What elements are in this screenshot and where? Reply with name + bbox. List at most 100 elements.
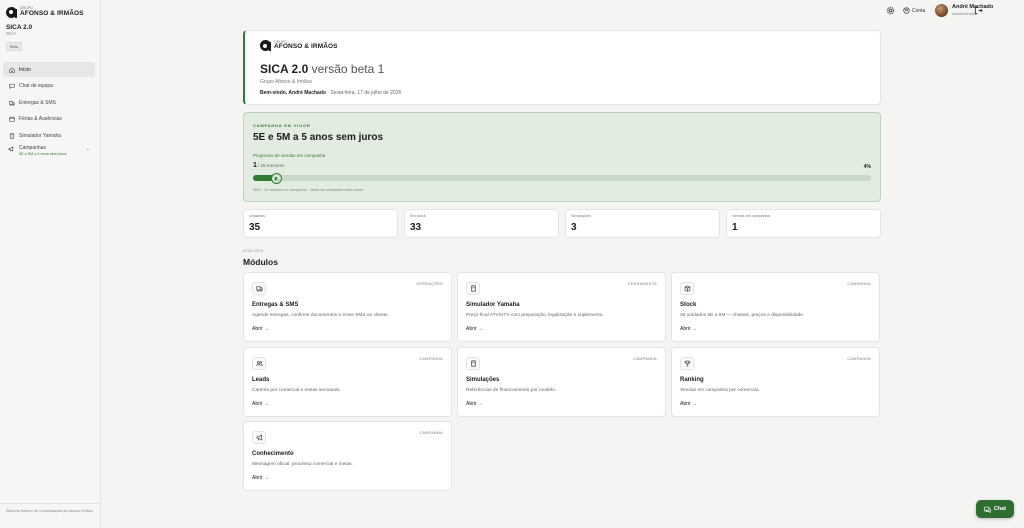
logo-big-text: AFONSO & IRMÃOS [274, 43, 338, 50]
logo-icon [6, 6, 17, 18]
sidebar-item-label: Férias & Ausências [19, 116, 62, 122]
progress-knob [271, 173, 282, 184]
sidebar-item-chat[interactable]: Chat de equipa [3, 79, 95, 94]
sidebar-item-inicio[interactable]: Início [3, 62, 95, 77]
sidebar-item-simulador[interactable]: Simulador Yamaha [3, 128, 95, 143]
sidebar-item-label: Campanhas [19, 144, 46, 151]
sidebar-item-label: Simulador Yamaha [19, 132, 62, 139]
home-icon [8, 66, 15, 73]
logo-icon [260, 40, 271, 51]
module-tag: CAMPANHA [847, 282, 871, 286]
stat-card-stock: Em stock 33 [404, 209, 559, 238]
chat-button[interactable]: Chat [976, 500, 1014, 518]
chat-icon [984, 506, 991, 513]
page-title: SICA 2.0 versão beta 1 [260, 62, 385, 76]
sidebar-item-entregas[interactable]: Entregas & SMS [3, 95, 95, 110]
sidebar-nav: Início Chat de equipa Entregas & SMS Fér… [3, 62, 95, 161]
megaphone-icon [252, 431, 266, 444]
user-role: Administrador [952, 11, 977, 16]
module-title: Ranking [680, 377, 704, 383]
module-title: Simulador Yamaha [466, 302, 520, 308]
module-open-link[interactable]: Abrir → [252, 475, 269, 481]
module-open-link[interactable]: Abrir → [680, 326, 697, 332]
stat-value: 33 [410, 222, 422, 233]
progress-count: 1 / 25 tractores [253, 162, 285, 169]
stat-label: Vendas em campanha [732, 214, 770, 218]
gear-icon[interactable] [886, 6, 895, 15]
module-tag: OPERAÇÕES [416, 282, 443, 286]
stat-card-vendas: Vendas em campanha 1 [726, 209, 881, 238]
module-card-stock[interactable]: CAMPANHA Stock 36 unidades 5E a 5M — cha… [671, 272, 880, 342]
module-title: Leads [252, 377, 270, 383]
sidebar-logo[interactable]: GRUPO AFONSO & IRMÃOS [6, 5, 84, 19]
module-tag: CAMPANHA [847, 357, 871, 361]
module-title: Conhecimento [252, 451, 294, 457]
module-open-link[interactable]: Abrir → [680, 401, 697, 407]
stat-label: Unidades [249, 214, 266, 218]
beta-badge: Beta [6, 42, 23, 51]
avatar[interactable] [935, 4, 948, 17]
sidebar-item-ferias[interactable]: Férias & Ausências [3, 112, 95, 127]
tractor-icon [274, 177, 279, 181]
module-open-link[interactable]: Abrir → [466, 326, 483, 332]
module-card-simulacoes[interactable]: CAMPANHA Simulações Referências de finan… [457, 347, 666, 417]
module-description: Carteira por comercial e metas semanais. [252, 388, 341, 393]
module-description: Vendas em campanha por comercial. [680, 388, 760, 393]
section-title: Módulos [243, 257, 278, 267]
stat-card-simulacoes: Simulações 3 [565, 209, 720, 238]
app-title: SICA 2.0 [6, 24, 33, 31]
account-label: Conta [912, 7, 926, 14]
stat-value: 35 [249, 222, 261, 233]
module-description: Agende entregas, confirme documentos e e… [252, 313, 389, 318]
topbar: Conta André Machado Administrador [101, 0, 1024, 22]
sidebar-item-label: Chat de equipa [19, 83, 53, 89]
module-open-link[interactable]: Abrir → [466, 401, 483, 407]
module-description: Referências de financiamento por modelo. [466, 388, 557, 393]
module-title: Entregas & SMS [252, 302, 299, 308]
current-date: · Sexta-feira, 17 de julho de 2026 [325, 90, 402, 96]
chat-icon [8, 83, 15, 90]
user-circle-icon [903, 7, 910, 14]
truck-icon [8, 99, 15, 106]
logout-icon[interactable] [974, 6, 983, 15]
megaphone-icon [8, 145, 15, 153]
campaign-card[interactable]: CAMPANHA EM VIGOR 5E e 5M a 5 anos sem j… [243, 112, 881, 202]
module-card-ranking[interactable]: CAMPANHA Ranking Vendas em campanha por … [671, 347, 880, 417]
progress-label: Progresso de vendas em campanha [253, 153, 326, 158]
module-card-entregas[interactable]: OPERAÇÕES Entregas & SMS Agende entregas… [243, 272, 452, 342]
calculator-icon [8, 132, 15, 139]
sidebar-item-campanhas[interactable]: Campanhas 5E e 5M a 5 anos sem juros ⌄ [3, 145, 95, 161]
version-text: versão beta 1 [308, 62, 385, 76]
module-open-link[interactable]: Abrir → [252, 401, 269, 407]
stat-label: Em stock [410, 214, 426, 218]
module-tag: CAMPANHA [633, 357, 657, 361]
account-button[interactable]: Conta [903, 6, 925, 15]
chat-button-label: Chat [993, 506, 1007, 512]
sidebar-footer: Sistema Interno de Comunicação do Afonso… [6, 509, 93, 513]
sidebar-campaign-link[interactable]: 5E e 5M a 5 anos sem juros [19, 152, 66, 157]
truck-icon [252, 282, 266, 295]
module-description: Mensagem oficial, processo comercial e m… [252, 462, 354, 467]
module-title: Stock [680, 302, 697, 308]
module-open-link[interactable]: Abrir → [252, 326, 269, 332]
sidebar-item-label: Início [19, 66, 31, 73]
module-card-conhecimento[interactable]: CAMPANHA Conhecimento Mensagem oficial, … [243, 421, 452, 491]
module-description: 36 unidades 5E a 5M — chassis, preços e … [680, 313, 805, 318]
module-description: Preço final ATV/UTV com preparação, lega… [466, 313, 604, 318]
welcome-user: Bem-vindo, André Machado [260, 90, 326, 96]
module-card-leads[interactable]: CAMPANHA Leads Carteira por comercial e … [243, 347, 452, 417]
calculator-icon [466, 357, 480, 370]
welcome-text: Bem-vindo, André Machado · Sexta-feira, … [260, 90, 401, 96]
stat-value: 1 [732, 222, 738, 233]
trophy-icon [680, 357, 694, 370]
chevron-down-icon[interactable]: ⌄ [86, 146, 90, 152]
module-card-simulador[interactable]: FERRAMENTA Simulador Yamaha Preço final … [457, 272, 666, 342]
sidebar-item-label: Entregas & SMS [19, 99, 56, 106]
app-subtitle: SICA [6, 31, 17, 36]
campaign-tag: CAMPANHA EM VIGOR [253, 123, 311, 128]
stat-label: Simulações [571, 214, 591, 218]
welcome-card: GRUPO AFONSO & IRMÃOS SICA 2.0 versão be… [243, 30, 881, 105]
sidebar: GRUPO AFONSO & IRMÃOS SICA 2.0 SICA Beta… [0, 0, 101, 528]
campaign-note: 96% · 22 vendas em campanha · 16ms do ca… [253, 188, 364, 192]
group-name: Grupo Afonso & Irmãos [260, 79, 312, 85]
